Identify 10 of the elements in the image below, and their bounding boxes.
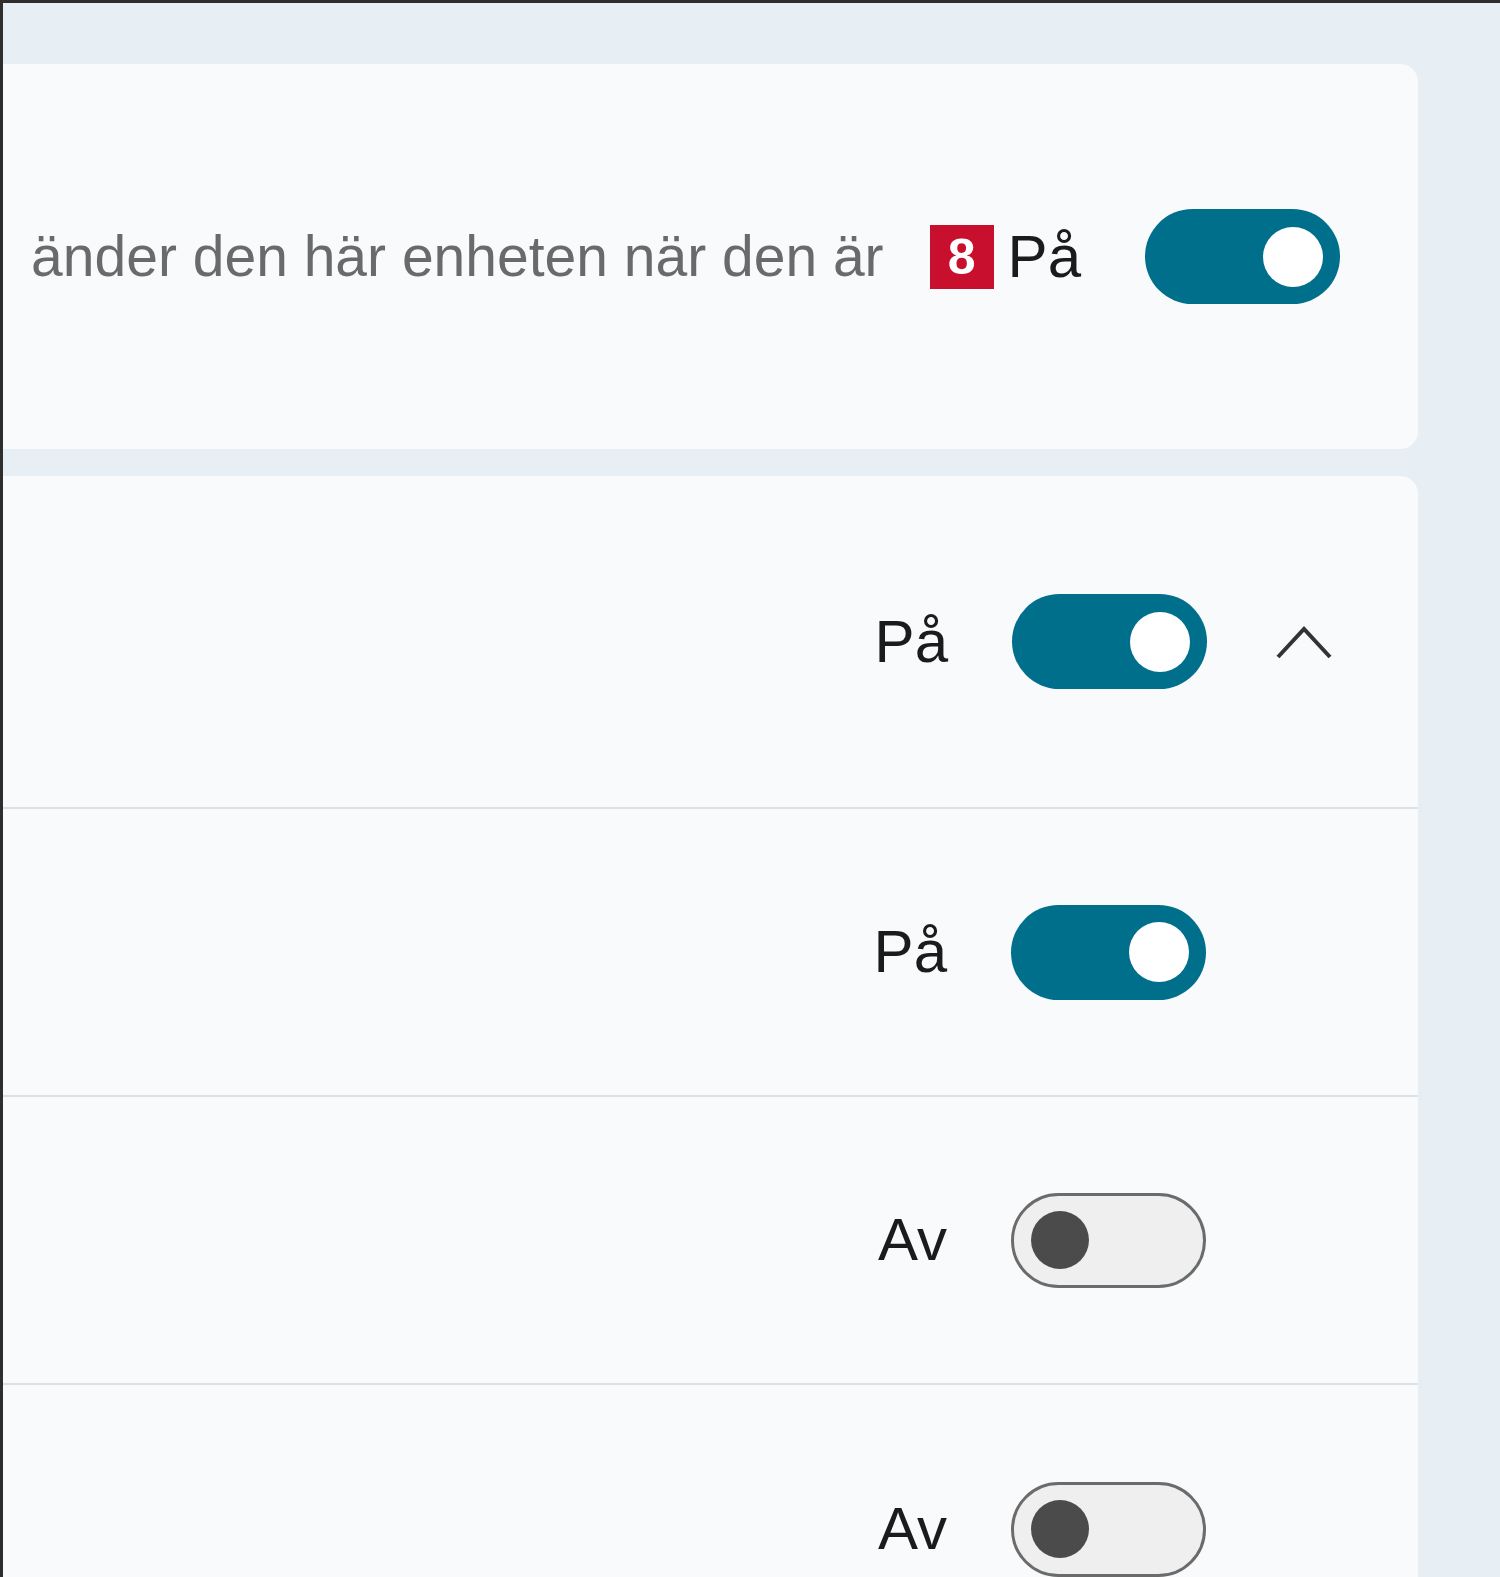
state-label: På [873, 922, 947, 982]
toggle-thumb [1031, 1500, 1089, 1558]
state-label: Av [878, 1499, 947, 1559]
number-badge: 8 [929, 224, 994, 289]
toggle-thumb [1031, 1211, 1089, 1269]
toggle-thumb [1129, 922, 1189, 982]
state-label: På [1007, 222, 1081, 290]
setting-description: änder den här enheten när den är [31, 228, 884, 285]
state-label: Av [878, 1210, 947, 1270]
state-label: På [874, 611, 948, 672]
